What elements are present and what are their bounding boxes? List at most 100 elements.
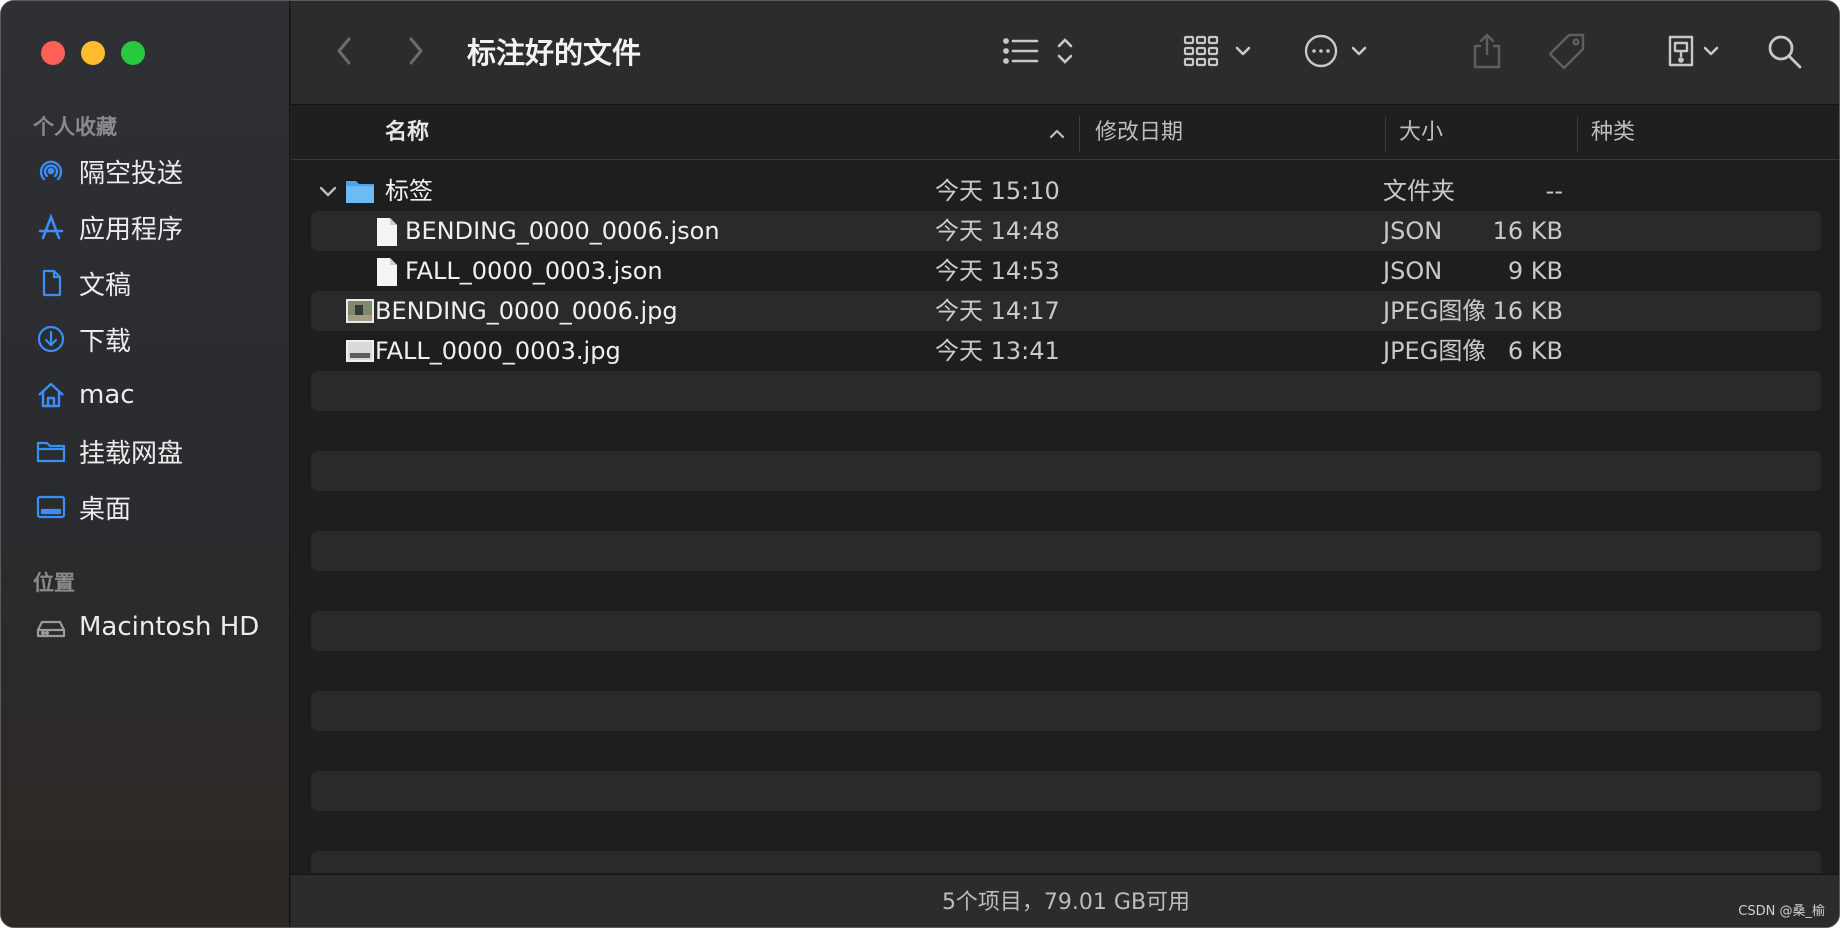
file-name: FALL_0000_0003.jpg: [375, 337, 621, 365]
airdrop-icon: [33, 153, 69, 189]
finder-window: 个人收藏 隔空投送 应用程序 文稿 下载 mac 挂载网盘 桌面 位置 Maci…: [0, 0, 1840, 928]
sidebar-item-label: 文稿: [79, 270, 132, 301]
sidebar-section-favorites: 个人收藏: [33, 115, 117, 139]
drive-icon: [1665, 33, 1727, 73]
desktop-icon: [33, 489, 69, 525]
file-kind: 文件夹: [1383, 177, 1455, 205]
sidebar-item-label: mac: [79, 380, 135, 410]
image-thumbnail-icon: [345, 331, 375, 371]
zoom-window-button[interactable]: [121, 41, 145, 65]
empty-row: [311, 451, 1821, 491]
chevron-left-icon: [333, 33, 357, 73]
column-date-header[interactable]: 修改日期: [1095, 106, 1183, 160]
share-icon: [1471, 32, 1503, 74]
sidebar-item-label: 下载: [79, 326, 132, 357]
folder-icon: [33, 433, 69, 469]
download-icon: [33, 321, 69, 357]
view-list-button[interactable]: [1003, 31, 1085, 75]
column-divider[interactable]: [1577, 116, 1578, 152]
search-button[interactable]: [1765, 31, 1805, 75]
file-name: 标签: [385, 177, 433, 205]
search-icon: [1765, 32, 1805, 74]
table-row[interactable]: BENDING_0000_0006.jpg 今天 14:17 16 KB JPE…: [311, 291, 1821, 331]
watermark: CSDN @桑_榆: [1738, 904, 1825, 919]
sidebar-item-applications[interactable]: 应用程序: [33, 205, 273, 249]
table-row[interactable]: 标签 今天 15:10 -- 文件夹: [311, 171, 1821, 211]
chevron-right-icon: [403, 33, 427, 73]
json-file-icon: [375, 251, 399, 291]
minimize-window-button[interactable]: [81, 41, 105, 65]
window-controls: [41, 41, 145, 65]
table-row[interactable]: FALL_0000_0003.json 今天 14:53 9 KB JSON: [311, 251, 1821, 291]
column-size-header[interactable]: 大小: [1399, 106, 1443, 160]
empty-row: [311, 851, 1821, 873]
column-header: 名称 修改日期 大小 种类: [291, 106, 1839, 160]
home-icon: [33, 377, 69, 413]
file-size: --: [1545, 177, 1563, 205]
group-button[interactable]: [1183, 31, 1257, 75]
document-icon: [33, 265, 69, 301]
status-text: 5个项目，79.01 GB可用: [941, 890, 1191, 915]
disk-icon: [33, 609, 69, 645]
folder-icon: [345, 171, 375, 211]
image-thumbnail-icon: [345, 291, 375, 331]
sidebar-item-home[interactable]: mac: [33, 373, 273, 417]
sidebar-item-macintosh-hd[interactable]: Macintosh HD: [33, 605, 273, 649]
back-button[interactable]: [333, 31, 357, 75]
file-kind: JSON: [1383, 257, 1443, 285]
close-window-button[interactable]: [41, 41, 65, 65]
file-date: 今天 14:17: [935, 297, 1060, 325]
list-view-icon: [1003, 33, 1085, 73]
sidebar-item-label: 应用程序: [79, 214, 184, 245]
more-circle-icon: [1303, 33, 1373, 73]
sidebar-item-label: 隔空投送: [79, 158, 184, 189]
sidebar: 个人收藏 隔空投送 应用程序 文稿 下载 mac 挂载网盘 桌面 位置 Maci…: [1, 1, 290, 927]
empty-row: [311, 771, 1821, 811]
toolbar: 标注好的文件: [291, 1, 1839, 105]
sidebar-item-mounted-drive[interactable]: 挂载网盘: [33, 429, 273, 473]
json-file-icon: [375, 211, 399, 251]
file-kind: JPEG图像: [1383, 297, 1487, 325]
share-button[interactable]: [1471, 31, 1503, 75]
file-date: 今天 14:53: [935, 257, 1060, 285]
tag-icon: [1547, 32, 1587, 74]
file-kind: JPEG图像: [1383, 337, 1487, 365]
grid-group-icon: [1183, 33, 1257, 73]
file-size: 16 KB: [1492, 297, 1563, 325]
sidebar-item-airdrop[interactable]: 隔空投送: [33, 149, 273, 193]
column-divider[interactable]: [1079, 116, 1080, 152]
action-menu-button[interactable]: [1303, 31, 1373, 75]
sidebar-item-desktop[interactable]: 桌面: [33, 485, 273, 529]
connect-drive-button[interactable]: [1665, 31, 1727, 75]
table-row[interactable]: FALL_0000_0003.jpg 今天 13:41 6 KB JPEG图像: [311, 331, 1821, 371]
sidebar-item-label: Macintosh HD: [79, 612, 260, 642]
empty-row: [311, 531, 1821, 571]
column-kind-header[interactable]: 种类: [1591, 106, 1635, 160]
tags-button[interactable]: [1547, 31, 1587, 75]
table-row[interactable]: BENDING_0000_0006.json 今天 14:48 16 KB JS…: [311, 211, 1821, 251]
disclosure-chevron-icon[interactable]: [317, 171, 339, 211]
column-name-header[interactable]: 名称: [385, 106, 429, 160]
forward-button[interactable]: [403, 31, 427, 75]
file-date: 今天 13:41: [935, 337, 1060, 365]
sort-ascending-icon: [1047, 106, 1067, 160]
status-bar: 5个项目，79.01 GB可用: [291, 874, 1839, 927]
file-date: 今天 14:48: [935, 217, 1060, 245]
file-date: 今天 15:10: [935, 177, 1060, 205]
file-kind: JSON: [1383, 217, 1443, 245]
file-size: 16 KB: [1492, 217, 1563, 245]
empty-row: [311, 611, 1821, 651]
file-name: BENDING_0000_0006.json: [405, 217, 720, 245]
column-divider[interactable]: [1385, 116, 1386, 152]
sidebar-section-locations: 位置: [33, 571, 75, 595]
sidebar-item-downloads[interactable]: 下载: [33, 317, 273, 361]
sidebar-item-label: 挂载网盘: [79, 438, 184, 469]
applications-icon: [33, 209, 69, 245]
file-size: 6 KB: [1507, 337, 1563, 365]
sidebar-item-documents[interactable]: 文稿: [33, 261, 273, 305]
file-list: 标签 今天 15:10 -- 文件夹 BENDING_0000_0006.jso…: [291, 161, 1839, 873]
window-title: 标注好的文件: [467, 36, 642, 70]
empty-row: [311, 691, 1821, 731]
file-size: 9 KB: [1507, 257, 1563, 285]
sidebar-item-label: 桌面: [79, 494, 132, 525]
